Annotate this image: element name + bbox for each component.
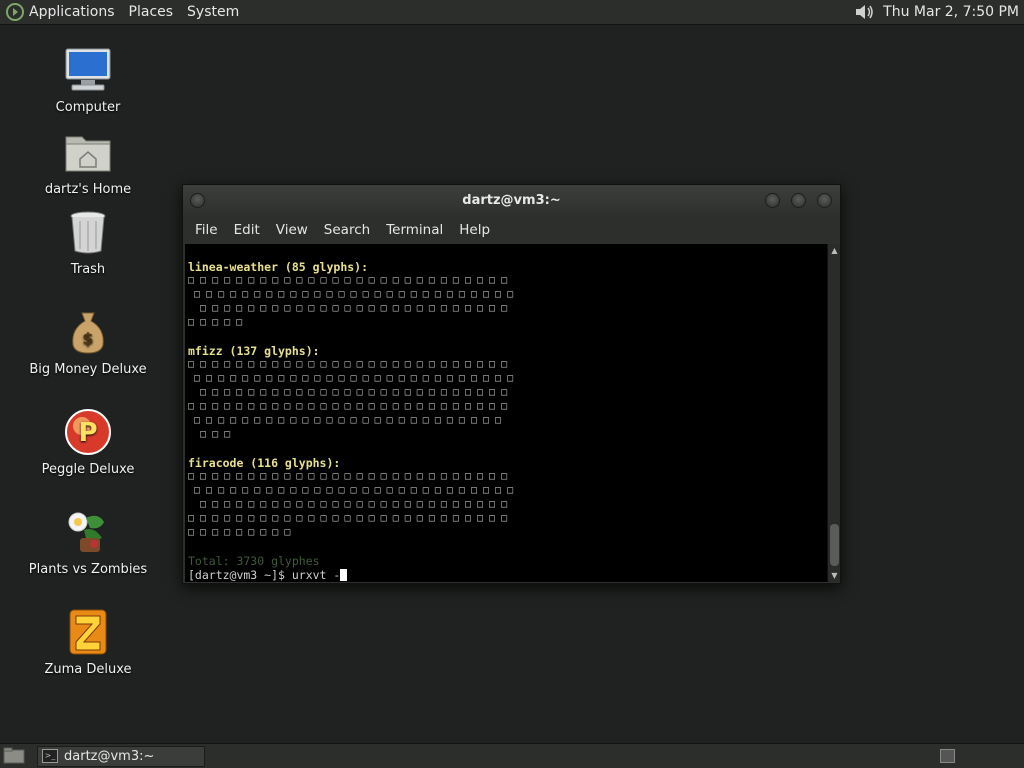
panel-tray: Thu Mar 2, 7:50 PM [853,0,1024,24]
desktop-icon-plants-vs-zombies[interactable]: Plants vs Zombies [23,506,153,577]
svg-text:$: $ [82,329,93,348]
taskbar-button-terminal[interactable]: >_ dartz@vm3:~ [37,745,205,767]
section-header: linea-weather (85 glyphs): [188,260,369,274]
glyph-row: □ □ □ □ □ □ □ □ □ □ □ □ □ □ □ □ □ □ □ □ … [188,499,508,510]
clock[interactable]: Thu Mar 2, 7:50 PM [883,4,1019,20]
total-line: Total: 3730 glyphes [188,554,320,568]
workspace-switcher[interactable] [940,749,955,763]
taskbar-button-label: dartz@vm3:~ [64,748,155,764]
glyph-row: □ □ □ □ □ □ □ □ □ □ □ □ □ □ □ □ □ □ □ □ … [188,513,508,524]
distro-logo-icon [6,3,24,21]
terminal-icon: >_ [42,749,58,763]
glyph-row: □ □ □ □ □ □ □ □ □ □ □ □ □ □ □ □ □ □ □ □ … [188,415,502,426]
text-cursor [340,569,348,581]
terminal-window: dartz@vm3:~ File Edit View Search Termin… [182,184,841,584]
peggle-icon: P [65,409,111,455]
close-button[interactable] [817,193,832,208]
panel-menu: Applications Places System [0,0,246,24]
window-title: dartz@vm3:~ [462,193,561,208]
desktop-icon-label: Trash [70,262,106,277]
section-header: mfizz (137 glyphs): [188,344,320,358]
section-header: firacode (116 glyphs): [188,456,341,470]
money-bag-icon: $ [72,312,104,354]
prompt-line: [dartz@vm3 ~]$ urxvt - [188,568,827,582]
glyph-row: □ □ □ □ □ □ □ □ □ □ □ □ □ □ □ □ □ □ □ □ … [188,373,514,384]
desktop-icon-peggle[interactable]: P Peggle Deluxe [23,406,153,477]
glyph-row: □ □ □ □ □ □ □ □ □ □ □ □ □ □ □ □ □ □ □ □ … [188,387,508,398]
terminal-output[interactable]: linea-weather (85 glyphs): □ □ □ □ □ □ □… [185,244,827,582]
show-desktop-icon[interactable] [3,747,25,765]
desktop-icon-computer[interactable]: Computer [23,44,153,115]
bottom-panel: >_ dartz@vm3:~ [0,743,1024,768]
glyph-row: □ □ □ □ □ □ □ □ □ □ □ □ □ □ □ □ □ □ □ □ … [188,401,508,412]
menu-file[interactable]: File [187,222,226,238]
glyph-row: □ □ □ □ □ □ □ □ □ □ □ □ □ □ □ □ □ □ □ □ … [188,471,508,482]
menu-view[interactable]: View [268,222,316,238]
glyph-row: □ □ □ □ □ □ □ □ □ □ □ □ □ □ □ □ □ □ □ □ … [188,303,508,314]
volume-icon[interactable] [853,1,875,23]
trash-icon [70,211,106,254]
prompt-text: [dartz@vm3 ~]$ urxvt - [188,568,341,582]
window-titlebar[interactable]: dartz@vm3:~ [183,185,840,216]
maximize-button[interactable] [791,193,806,208]
places-menu[interactable]: Places [122,0,181,24]
desktop-icon-label: Big Money Deluxe [29,362,147,377]
desktop-icon-label: Plants vs Zombies [28,562,148,577]
desktop-icon-label: Computer [55,100,121,115]
system-menu[interactable]: System [180,0,246,24]
svg-text:P: P [78,418,97,448]
glyph-row: □ □ □ [188,429,231,440]
places-label: Places [128,4,174,20]
system-label: System [187,4,240,20]
scroll-down-icon[interactable]: ▼ [828,569,841,582]
window-menu-button[interactable] [190,193,205,208]
glyph-row: □ □ □ □ □ □ □ □ □ [188,527,291,538]
scrollbar-thumb[interactable] [830,524,839,566]
desktop-icon-label: Zuma Deluxe [44,662,132,677]
computer-icon [65,48,111,91]
glyph-row: □ □ □ □ □ □ □ □ □ □ □ □ □ □ □ □ □ □ □ □ … [188,359,508,370]
menu-help[interactable]: Help [451,222,498,238]
desktop-icon-zuma[interactable]: Zuma Deluxe [23,606,153,677]
scroll-up-icon[interactable]: ▲ [828,244,841,257]
glyph-row: □ □ □ □ □ □ □ □ □ □ □ □ □ □ □ □ □ □ □ □ … [188,275,508,286]
desktop-icon-label: Peggle Deluxe [41,462,135,477]
desktop-icon-big-money[interactable]: $ Big Money Deluxe [23,306,153,377]
desktop-icon-label: dartz's Home [44,182,132,197]
glyph-row: □ □ □ □ □ [188,317,243,328]
menu-terminal[interactable]: Terminal [378,222,451,238]
home-folder-icon [65,136,111,172]
top-panel: Applications Places System Thu Mar 2, 7:… [0,0,1024,25]
glyph-row: □ □ □ □ □ □ □ □ □ □ □ □ □ □ □ □ □ □ □ □ … [188,485,514,496]
menu-search[interactable]: Search [316,222,378,238]
zuma-icon [69,609,107,655]
applications-menu[interactable]: Applications [0,0,122,24]
plants-vs-zombies-icon [68,512,104,552]
minimize-button[interactable] [765,193,780,208]
desktop-icon-home[interactable]: dartz's Home [23,126,153,197]
applications-label: Applications [29,4,115,20]
window-menubar: File Edit View Search Terminal Help [183,216,840,244]
desktop-icon-trash[interactable]: Trash [23,206,153,277]
menu-edit[interactable]: Edit [226,222,268,238]
terminal-scrollbar[interactable]: ▲ ▼ [827,244,840,582]
glyph-row: □ □ □ □ □ □ □ □ □ □ □ □ □ □ □ □ □ □ □ □ … [188,289,514,300]
